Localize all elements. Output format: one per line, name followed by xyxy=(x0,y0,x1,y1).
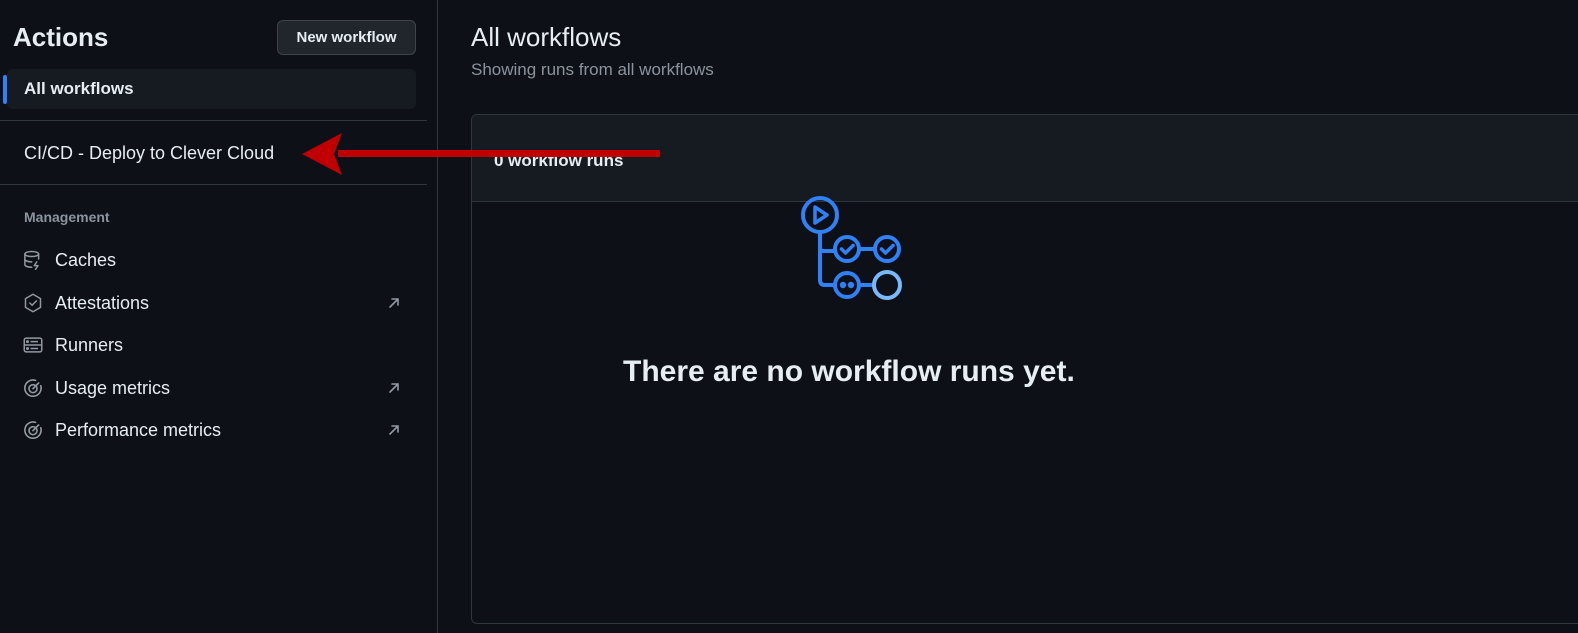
meter-icon xyxy=(22,419,44,441)
sidebar-item-usage-metrics[interactable]: Usage metrics xyxy=(22,373,412,403)
workflow-runs-count: 0 workflow runs xyxy=(494,151,624,170)
actions-sidebar: Actions New workflow All workflows CI/CD… xyxy=(0,0,438,633)
sidebar-item-label: Runners xyxy=(55,334,124,355)
external-link-icon xyxy=(389,383,399,393)
sidebar-item-caches[interactable]: Caches xyxy=(22,245,412,275)
sidebar-item-label: Performance metrics xyxy=(55,419,222,440)
external-link-icon xyxy=(389,298,399,308)
selected-indicator xyxy=(3,75,7,104)
external-link-icon xyxy=(389,425,399,435)
workflow-runs-header: 0 workflow runs xyxy=(472,115,1578,202)
sidebar-item-label: Caches xyxy=(55,249,117,270)
sidebar-item-label: Attestations xyxy=(55,292,150,313)
server-icon xyxy=(22,334,44,356)
sidebar-item-attestations[interactable]: Attestations xyxy=(22,288,412,318)
sidebar-item-all-workflows[interactable]: All workflows xyxy=(3,69,416,109)
sidebar-title: Actions xyxy=(13,22,109,52)
sidebar-item-label: All workflows xyxy=(24,79,134,98)
page-subtitle: Showing runs from all workflows xyxy=(471,60,714,79)
workflow-icon xyxy=(801,196,902,300)
sidebar-item-runners[interactable]: Runners xyxy=(22,330,412,360)
meter-icon xyxy=(22,377,44,399)
sidebar-item-performance-metrics[interactable]: Performance metrics xyxy=(22,415,412,445)
management-section-label: Management xyxy=(24,209,110,225)
sidebar-item-workflow[interactable]: CI/CD - Deploy to Clever Cloud xyxy=(24,143,274,164)
verified-icon xyxy=(22,292,44,314)
sidebar-item-label: Usage metrics xyxy=(55,377,171,398)
empty-state-message: There are no workflow runs yet. xyxy=(623,355,1075,388)
actions-page: Actions New workflow All workflows CI/CD… xyxy=(0,0,1578,633)
sidebar-divider xyxy=(0,120,427,121)
database-icon xyxy=(22,249,44,271)
sidebar-divider xyxy=(0,184,427,185)
new-workflow-button[interactable]: New workflow xyxy=(277,20,416,55)
page-title: All workflows xyxy=(471,22,622,52)
